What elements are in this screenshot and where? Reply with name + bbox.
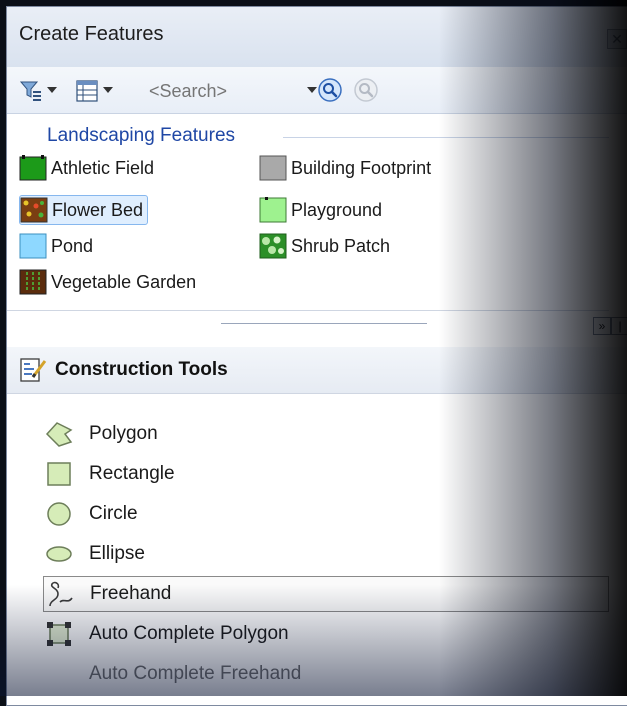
template-label: Vegetable Garden xyxy=(51,271,197,292)
clear-search-icon xyxy=(354,78,378,102)
template-playground[interactable]: Playground xyxy=(259,195,386,225)
template-pond[interactable]: Pond xyxy=(19,231,97,261)
template-building-footprint[interactable]: Building Footprint xyxy=(259,153,435,183)
flower-bed-swatch-icon xyxy=(20,197,48,223)
tool-auto-complete-polygon[interactable]: Auto Complete Polygon xyxy=(43,616,609,652)
search-icon xyxy=(318,78,342,102)
rectangle-icon xyxy=(47,462,71,486)
organize-templates-button[interactable] xyxy=(75,79,117,103)
ellipse-icon xyxy=(46,546,72,562)
chevron-down-icon xyxy=(307,87,317,93)
playground-swatch-icon xyxy=(259,197,287,223)
toolbar xyxy=(7,67,627,114)
search-button[interactable] xyxy=(317,77,343,103)
double-chevron-down-icon: » xyxy=(598,319,606,333)
pin-icon: | xyxy=(618,319,622,333)
window-title: Create Features xyxy=(19,23,164,45)
search-input[interactable] xyxy=(143,79,303,103)
tool-polygon[interactable]: Polygon xyxy=(43,416,609,452)
construction-tools-icon xyxy=(20,358,47,382)
clear-search-button[interactable] xyxy=(353,77,379,103)
athletic-field-swatch-icon xyxy=(19,155,47,181)
building-footprint-swatch-icon xyxy=(259,155,287,181)
close-button[interactable]: ✕ xyxy=(607,29,627,49)
chevron-down-icon xyxy=(47,87,57,93)
template-flower-bed[interactable]: Flower Bed xyxy=(19,195,149,225)
tool-circle[interactable]: Circle xyxy=(43,496,609,532)
template-label: Shrub Patch xyxy=(291,235,391,256)
title-bar: Create Features ✕ xyxy=(7,7,627,68)
auto-complete-freehand-icon xyxy=(45,660,73,688)
construction-tools-header: Construction Tools xyxy=(7,347,627,394)
tool-label: Auto Complete Freehand xyxy=(89,663,302,684)
tool-freehand[interactable]: Freehand xyxy=(43,576,609,612)
tool-ellipse[interactable]: Ellipse xyxy=(43,536,609,572)
pin-button[interactable]: | xyxy=(611,317,627,335)
template-label: Pond xyxy=(51,235,94,256)
tool-label: Freehand xyxy=(90,583,172,604)
vegetable-garden-swatch-icon xyxy=(19,269,47,295)
tool-label: Rectangle xyxy=(89,463,175,484)
freehand-icon xyxy=(49,581,73,607)
template-label: Playground xyxy=(291,199,383,220)
tool-label: Ellipse xyxy=(89,543,145,564)
construction-tools-list: Polygon Rectangle Circle Ellipse Freehan… xyxy=(7,394,627,705)
chevron-down-icon xyxy=(103,87,113,93)
tool-auto-complete-freehand[interactable]: Auto Complete Freehand xyxy=(43,656,609,692)
template-vegetable-garden[interactable]: Vegetable Garden xyxy=(19,267,200,297)
splitter-grip[interactable] xyxy=(221,323,427,324)
auto-complete-polygon-icon xyxy=(47,622,71,646)
filter-templates-button[interactable] xyxy=(19,79,61,103)
template-group-header: Landscaping Features xyxy=(47,125,236,146)
polygon-icon xyxy=(45,422,73,447)
tool-label: Polygon xyxy=(89,423,158,444)
close-icon: ✕ xyxy=(611,31,623,47)
template-shrub-patch[interactable]: Shrub Patch xyxy=(259,231,394,261)
tool-label: Circle xyxy=(89,503,138,524)
shrub-patch-swatch-icon xyxy=(259,233,287,259)
collapse-button[interactable]: » xyxy=(593,317,611,335)
tool-rectangle[interactable]: Rectangle xyxy=(43,456,609,492)
circle-icon xyxy=(47,502,71,526)
template-label: Athletic Field xyxy=(51,157,155,178)
template-athletic-field[interactable]: Athletic Field xyxy=(19,153,158,183)
feature-templates-panel: Landscaping Features Athletic Field Buil… xyxy=(7,115,609,311)
table-view-icon xyxy=(76,80,98,102)
panel-splitter[interactable]: » | xyxy=(7,311,627,348)
group-divider xyxy=(283,137,609,138)
tool-label: Auto Complete Polygon xyxy=(89,623,289,644)
template-label: Flower Bed xyxy=(52,199,144,220)
filter-icon xyxy=(19,81,41,101)
construction-tools-title: Construction Tools xyxy=(55,359,228,380)
template-label: Building Footprint xyxy=(291,157,432,178)
create-features-window: Create Features ✕ <Search> Landscaping F… xyxy=(6,6,627,706)
pond-swatch-icon xyxy=(19,233,47,259)
